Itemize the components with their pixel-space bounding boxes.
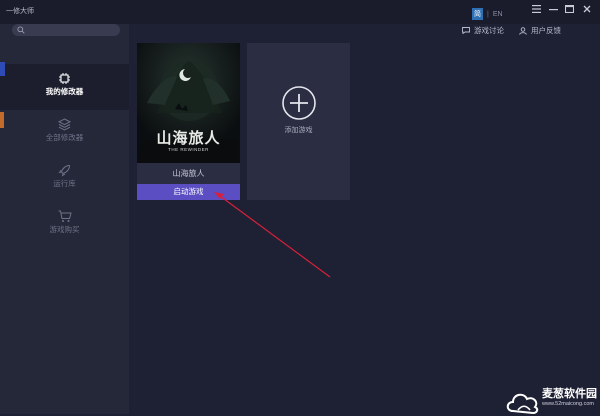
plus-circle-icon (282, 86, 316, 120)
lang-english-button[interactable]: EN (493, 11, 503, 18)
sidebar-item-label: 全部修改器 (45, 133, 84, 142)
game-card[interactable]: 山海旅人 THE REWINDER 山海旅人 启动游戏 (137, 43, 240, 200)
title-bar: 一修大师 简 | EN (0, 0, 600, 24)
lang-separator: | (487, 10, 489, 18)
maximize-icon[interactable] (562, 4, 576, 16)
watermark-brand: 麦葱软件园 (542, 388, 597, 400)
language-switch[interactable]: 简 | EN (472, 8, 503, 20)
sidebar-item-label: 我的修改器 (45, 87, 84, 96)
desktop-edge-mark (0, 112, 4, 128)
discussion-label: 游戏讨论 (474, 26, 504, 35)
sidebar-item-my-trainers[interactable]: 我的修改器 (0, 64, 129, 110)
cover-title: 山海旅人 (156, 129, 221, 147)
add-game-label: 添加游戏 (284, 127, 313, 134)
layers-icon (58, 118, 71, 131)
lang-chinese-button[interactable]: 简 (472, 8, 483, 20)
game-name: 山海旅人 (172, 169, 205, 178)
sidebar-item-label: 游戏购买 (49, 225, 80, 234)
sidebar-item-label: 运行库 (53, 179, 76, 188)
close-icon[interactable] (580, 4, 594, 16)
watermark-url: www.52maicong.com (542, 401, 594, 407)
cover-subtitle: THE REWINDER (168, 147, 209, 152)
discussion-link[interactable]: 游戏讨论 (462, 25, 504, 36)
game-cover[interactable]: 山海旅人 THE REWINDER (137, 43, 240, 163)
add-game-card[interactable]: 添加游戏 (247, 43, 350, 200)
user-icon (519, 26, 527, 35)
desktop-edge-mark (0, 62, 5, 76)
launch-game-button[interactable]: 启动游戏 (137, 184, 240, 200)
sidebar-item-all-trainers[interactable]: 全部修改器 (0, 110, 129, 156)
chip-icon (59, 73, 70, 84)
chat-icon (462, 27, 470, 34)
feedback-label: 用户反馈 (531, 26, 561, 35)
cart-icon (58, 210, 72, 222)
menu-icon[interactable] (529, 4, 543, 16)
app-title: 一修大师 (6, 8, 34, 15)
sidebar-item-runtime[interactable]: 运行库 (0, 156, 129, 202)
search-icon (17, 26, 25, 34)
rocket-icon (58, 164, 71, 177)
sidebar-item-game-purchase[interactable]: 游戏购买 (0, 202, 129, 248)
minimize-icon[interactable] (546, 4, 560, 16)
search-input[interactable] (12, 24, 120, 36)
feedback-link[interactable]: 用户反馈 (519, 25, 561, 36)
